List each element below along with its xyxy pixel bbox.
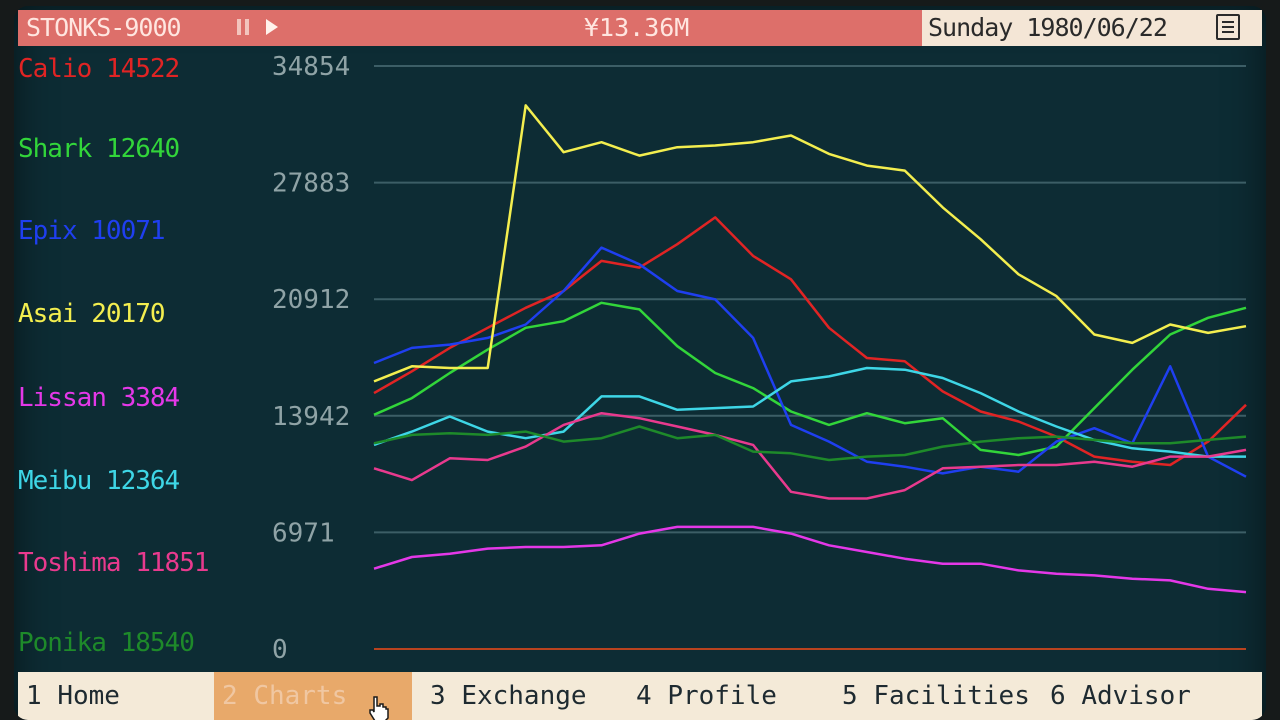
y-tick-label: 27883	[272, 169, 350, 199]
y-tick-label: 0	[272, 635, 288, 665]
y-tick-label: 6971	[272, 518, 335, 548]
y-tick-label: 13942	[272, 402, 350, 432]
nav-advisor[interactable]: 6 Advisor	[1042, 672, 1222, 720]
series-line-lissan	[373, 525, 1247, 594]
hand-cursor-icon	[369, 696, 389, 720]
series-line-meibu	[373, 366, 1246, 458]
stock-chart: 0 6971 13942 20912 27883 34854	[272, 52, 1247, 665]
nav-exchange[interactable]: 3 Exchange	[422, 672, 628, 720]
game-screen: STONKS-9000 ¥13.36M Sunday 1980/06/22 Ca…	[14, 6, 1266, 720]
nav-profile[interactable]: 4 Profile	[628, 672, 834, 720]
y-tick-label: 34854	[272, 52, 350, 82]
y-tick-label: 20912	[272, 285, 350, 315]
nav-home[interactable]: 1 Home	[18, 672, 214, 720]
bottom-nav: 1 Home 2 Charts 3 Exchange 4 Profile 5 F…	[18, 672, 1262, 720]
nav-facilities[interactable]: 5 Facilities	[834, 672, 1042, 720]
